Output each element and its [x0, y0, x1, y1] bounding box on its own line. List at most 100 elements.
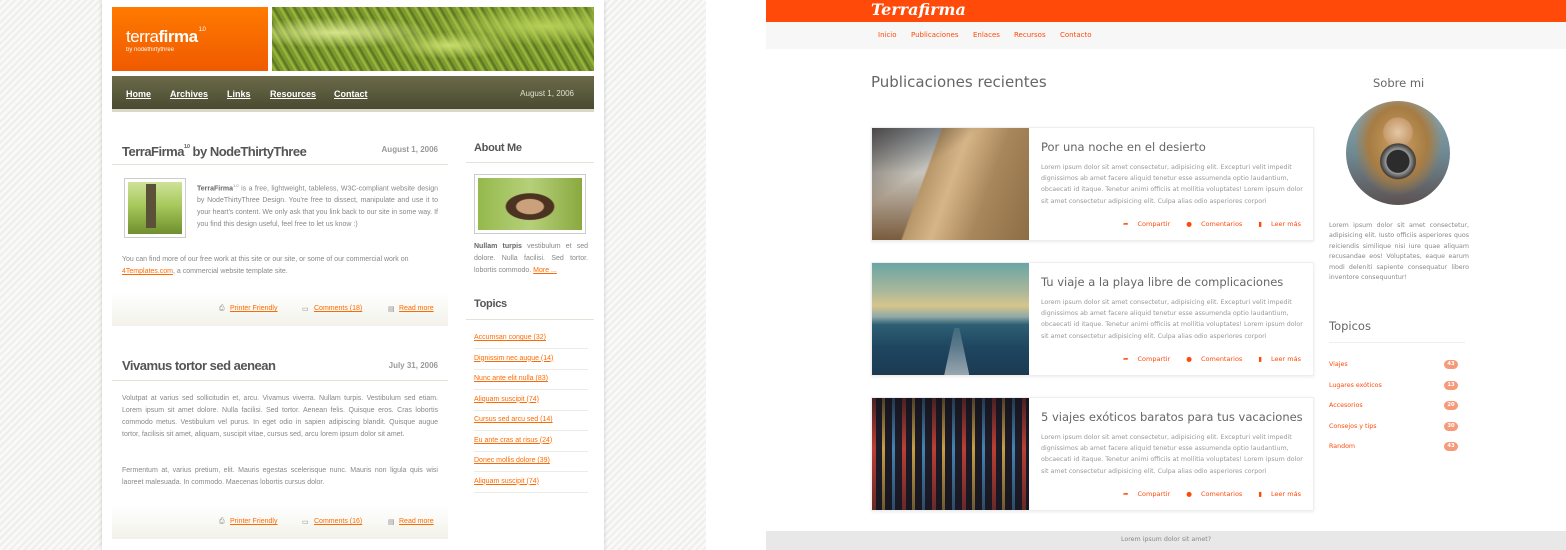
- nav-resources[interactable]: Resources: [270, 89, 316, 99]
- divider: [1329, 342, 1465, 343]
- read-more-button[interactable]: ▮ Leer más: [1251, 490, 1301, 498]
- topic-link[interactable]: Consejos y tips: [1329, 423, 1377, 430]
- topics-title: Topics: [474, 298, 507, 310]
- card-actions: ➦ Compartir ● Comentarios ▮ Leer más: [1109, 355, 1301, 363]
- topic-link[interactable]: Nunc ante elit nulla (83): [474, 375, 548, 382]
- nav-date: August 1, 2006: [520, 89, 574, 98]
- comments-button[interactable]: ● Comentarios: [1179, 490, 1242, 498]
- read-more-link[interactable]: Read more: [399, 305, 434, 312]
- divider: [466, 162, 594, 163]
- divider: [474, 368, 588, 370]
- topic-link[interactable]: Cursus sed arcu sed (14): [474, 416, 553, 423]
- nav-contact[interactable]: Contact: [334, 89, 368, 99]
- read-more-button[interactable]: ▮ Leer más: [1251, 355, 1301, 363]
- post-card[interactable]: Por una noche en el desierto Lorem ipsum…: [871, 127, 1314, 241]
- topic-link[interactable]: Accesorios: [1329, 402, 1363, 409]
- post-title[interactable]: TerraFirma1.0 by NodeThirtyThree: [122, 144, 307, 159]
- post-footer: [112, 292, 448, 326]
- logo-subtitle: by nodethirtythree: [126, 47, 175, 53]
- topic-link[interactable]: Eu ante cras at risus (24): [474, 437, 552, 444]
- topic-link[interactable]: Aliquam suscipit (74): [474, 478, 539, 485]
- read-more-button[interactable]: ▮ Leer más: [1251, 220, 1301, 228]
- about-title: About Me: [474, 142, 522, 154]
- nav-archives[interactable]: Archives: [170, 89, 208, 99]
- share-icon: ➦: [1122, 490, 1129, 498]
- divider: [474, 389, 588, 390]
- post-image: [872, 128, 1029, 240]
- post-footer: [112, 505, 448, 539]
- comment-icon: ●: [1186, 355, 1192, 363]
- comments-button[interactable]: ● Comentarios: [1179, 355, 1242, 363]
- document-icon: ▤: [388, 519, 395, 526]
- comments-link[interactable]: Comments (16): [314, 518, 362, 525]
- site-logo[interactable]: terrafirma1.0 by nodethirtythree: [112, 7, 268, 71]
- comment-icon: ●: [1186, 220, 1192, 228]
- topic-link[interactable]: Random: [1329, 443, 1355, 450]
- topic-link[interactable]: Donec mollis dolore (39): [474, 457, 550, 464]
- main-nav: Inicio Publicaciones Enlaces Recursos Co…: [766, 22, 1566, 49]
- topic-link[interactable]: Aliquam suscipit (74): [474, 396, 539, 403]
- comments-button[interactable]: ● Comentarios: [1179, 220, 1242, 228]
- main-nav: Home Archives Links Resources Contact Au…: [112, 76, 594, 112]
- post-image: [872, 263, 1029, 375]
- read-more-link[interactable]: Read more: [399, 518, 434, 525]
- brand-logo[interactable]: Terrafirma: [871, 0, 966, 19]
- divider: [474, 430, 588, 431]
- post-card[interactable]: 5 viajes exóticos baratos para tus vacac…: [871, 397, 1314, 511]
- about-avatar: [474, 174, 586, 234]
- about-avatar: [1346, 101, 1450, 205]
- document-icon: ▮: [1258, 490, 1262, 498]
- card-title[interactable]: Por una noche en el desierto: [1041, 140, 1206, 154]
- printer-friendly-link[interactable]: Printer Friendly: [230, 305, 277, 312]
- count-badge: 43: [1444, 442, 1458, 451]
- printer-friendly-link[interactable]: Printer Friendly: [230, 518, 277, 525]
- topic-link[interactable]: Dignissim nec augue (14): [474, 355, 553, 362]
- share-button[interactable]: ➦ Compartir: [1116, 355, 1170, 363]
- nav-publicaciones[interactable]: Publicaciones: [911, 31, 958, 39]
- topic-link[interactable]: Accumsan congue (32): [474, 334, 546, 341]
- count-badge: 30: [1444, 421, 1458, 431]
- post-date: July 31, 2006: [388, 361, 438, 370]
- about-text: Lorem ipsum dolor sit amet consectetur, …: [1329, 222, 1469, 282]
- count-badge: 43: [1444, 360, 1458, 369]
- share-icon: ➦: [1122, 355, 1129, 363]
- nav-contacto[interactable]: Contacto: [1060, 31, 1092, 39]
- top-header: Terrafirma: [766, 0, 1566, 22]
- topic-link[interactable]: Lugares exóticos: [1329, 382, 1382, 389]
- divider: [474, 409, 588, 411]
- post-card[interactable]: Tu viaje a la playa libre de complicacio…: [871, 262, 1314, 376]
- comment-icon: ▭: [302, 306, 309, 313]
- printer-icon: ⎙: [219, 305, 225, 312]
- logo-title: terrafirma1.0: [126, 27, 206, 46]
- post-paragraph: Fermentum at, varius pretium, elit. Maur…: [122, 467, 438, 486]
- card-actions: ➦ Compartir ● Comentarios ▮ Leer más: [1109, 490, 1301, 498]
- share-button[interactable]: ➦ Compartir: [1116, 490, 1170, 498]
- topics-title: Topicos: [1329, 319, 1371, 333]
- nav-home[interactable]: Home: [126, 89, 151, 99]
- post-paragraph: You can find more of our free work at th…: [122, 256, 409, 275]
- header-photo: [272, 7, 594, 71]
- post-title[interactable]: Vivamus tortor sed aenean: [122, 358, 276, 373]
- section-heading: Publicaciones recientes: [871, 73, 1047, 91]
- comment-icon: ▭: [302, 519, 309, 526]
- nav-recursos[interactable]: Recursos: [1014, 31, 1046, 39]
- card-excerpt: Lorem ipsum dolor sit amet consectetur, …: [1041, 299, 1303, 340]
- printer-icon: ⎙: [219, 518, 225, 525]
- templates-link[interactable]: 4Templates.com: [122, 268, 173, 275]
- post-date: August 1, 2006: [381, 145, 438, 154]
- comments-link[interactable]: Comments (18): [314, 305, 362, 312]
- nav-inicio[interactable]: Inicio: [878, 31, 897, 39]
- nav-enlaces[interactable]: Enlaces: [973, 31, 1000, 39]
- share-button[interactable]: ➦ Compartir: [1116, 220, 1170, 228]
- card-title[interactable]: 5 viajes exóticos baratos para tus vacac…: [1041, 410, 1303, 424]
- left-page: terrafirma1.0 by nodethirtythree Home Ar…: [102, 0, 604, 550]
- post-thumbnail: [124, 178, 186, 238]
- about-title: Sobre mi: [1373, 76, 1425, 90]
- about-more-link[interactable]: More ...: [533, 267, 557, 274]
- topic-link[interactable]: Viajes: [1329, 361, 1348, 368]
- share-icon: ➦: [1122, 220, 1129, 228]
- nav-links[interactable]: Links: [227, 89, 251, 99]
- divider: [474, 450, 588, 452]
- card-excerpt: Lorem ipsum dolor sit amet consectetur, …: [1041, 434, 1303, 475]
- card-title[interactable]: Tu viaje a la playa libre de complicacio…: [1041, 275, 1283, 289]
